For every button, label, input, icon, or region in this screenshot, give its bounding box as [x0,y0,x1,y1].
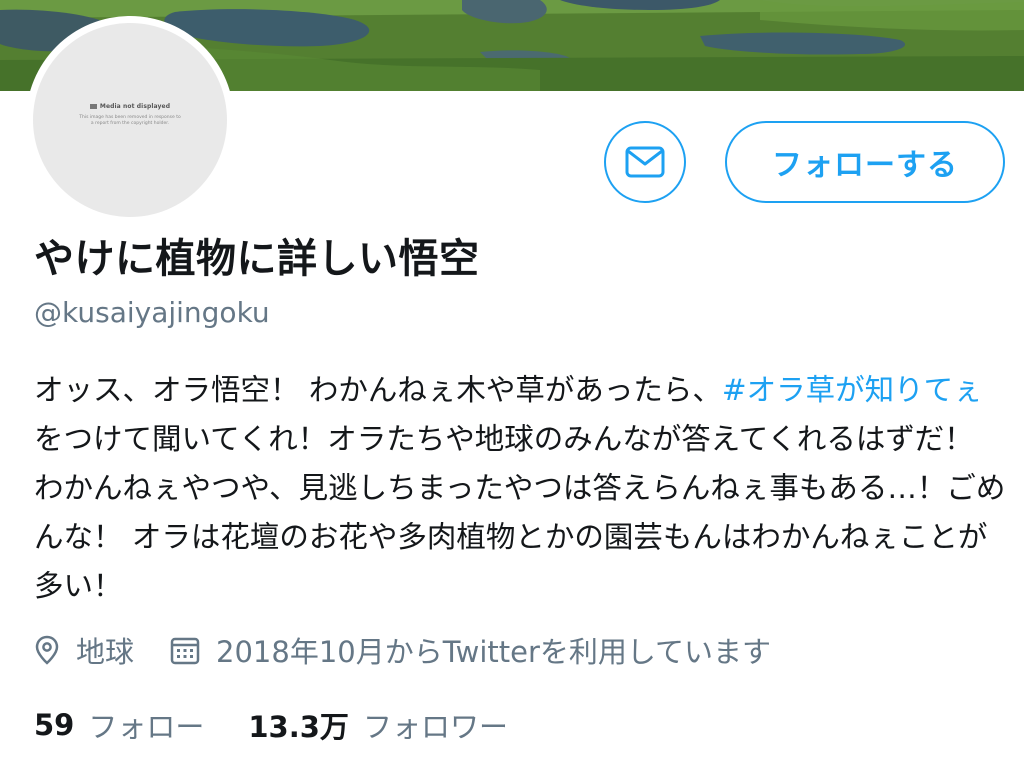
following-count[interactable]: 59 [34,708,74,742]
profile-stats: 59 フォロー 13.3万 フォロワー [34,703,508,747]
display-name: やけに植物に詳しい悟空 [34,236,480,282]
avatar[interactable]: Media not displayed This image has been … [33,23,227,217]
followers-label[interactable]: フォロワー [363,704,508,746]
bio-text-after: をつけて聞いてくれ！オラたちや地球のみんなが答えてくれるはずだ！ わかんねぇやつ… [34,422,1006,603]
media-icon [89,104,97,109]
following-label[interactable]: フォロー [88,704,204,746]
message-button[interactable] [604,121,686,203]
joined-date-text: 2018年10月からTwitterを利用しています [216,635,772,669]
media-not-displayed-description: This image has been removed in response … [79,115,181,126]
location-text: 地球 [76,635,135,669]
user-handle: @kusaiyajingoku [34,296,270,329]
mail-icon [625,146,665,178]
profile-meta: 地球 2018年10月からTwitterを利用しています [34,630,771,670]
calendar-icon [170,635,200,665]
media-not-displayed-title: Media not displayed [33,103,227,110]
bio-text-before: オッス、オラ悟空！ わかんねぇ木や草があったら、 [34,373,722,407]
location-pin-icon [34,635,60,665]
followers-count[interactable]: 13.3万 [248,704,349,746]
profile-bio: オッス、オラ悟空！ わかんねぇ木や草があったら、#オラ草が知りてぇ をつけて聞い… [34,366,1009,611]
follow-button[interactable]: フォローする [725,121,1005,203]
bio-hashtag-link[interactable]: #オラ草が知りてぇ [722,373,983,407]
